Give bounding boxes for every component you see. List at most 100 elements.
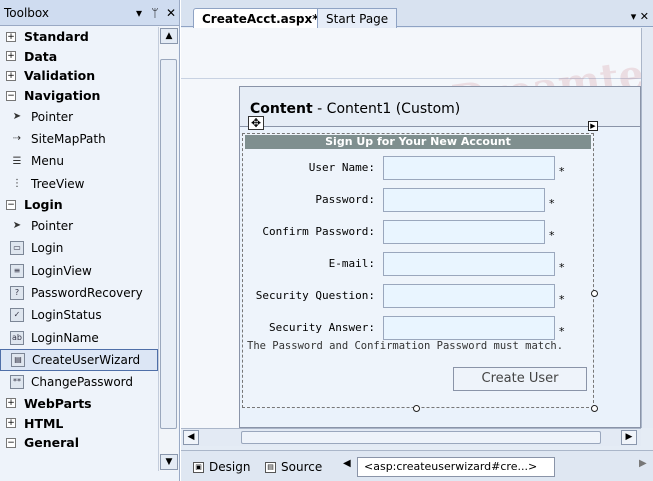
password-mismatch-message: The Password and Confirmation Password m… <box>247 340 564 352</box>
design-view-button[interactable]: ▣ Design <box>193 458 250 476</box>
toolbox-item-loginname[interactable]: ab LoginName <box>0 326 158 348</box>
expand-icon: + <box>6 398 16 409</box>
form-row-password: Password: * <box>243 188 593 212</box>
treeview-icon: ⋮ <box>12 178 22 190</box>
toolbox-item-login[interactable]: ▭ Login <box>0 237 158 259</box>
content-title: Content - Content1 (Custom) <box>250 101 461 117</box>
source-icon: ▤ <box>265 461 276 473</box>
tag-nav-prev-icon[interactable]: ◀ <box>343 458 351 469</box>
security-answer-field[interactable] <box>383 316 555 340</box>
toolbox-item-pointer[interactable]: ➤ Pointer <box>0 105 158 127</box>
expand-icon: + <box>6 31 16 42</box>
loginview-icon: ≡ <box>9 263 25 279</box>
required-marker: * <box>559 165 565 178</box>
field-label: User Name: <box>308 161 375 174</box>
toolbox-item-treeview[interactable]: ⋮ TreeView <box>0 173 158 195</box>
smart-tag-icon[interactable]: ▶ <box>588 121 598 131</box>
tab-controls: ▾ ✕ <box>631 10 649 23</box>
close-icon[interactable]: ✕ <box>163 6 179 20</box>
toolbox-item-loginstatus[interactable]: ✓ LoginStatus <box>0 304 158 326</box>
changepassword-icon: ** <box>9 374 25 390</box>
form-row-security-answer: Security Answer: * <box>243 316 593 340</box>
design-icon: ▣ <box>193 461 204 473</box>
toolbox-item-sitemappath[interactable]: ⇢ SiteMapPath <box>0 128 158 150</box>
required-marker: * <box>559 261 565 274</box>
horizontal-scrollbar[interactable]: ◀ ▶ <box>181 428 641 446</box>
wizard-header: Sign Up for Your New Account <box>245 135 591 149</box>
chevron-down-icon[interactable]: ▾ <box>131 6 147 20</box>
move-handle-icon[interactable]: ✥ <box>248 116 264 130</box>
toolbox-title-bar: Toolbox ▾ ᛘ ✕ <box>0 0 179 26</box>
pin-icon[interactable]: ᛘ <box>147 6 163 20</box>
toolbox-item-createuserwizard[interactable]: ▤ CreateUserWizard <box>0 348 158 372</box>
resize-handle[interactable] <box>591 405 598 412</box>
required-marker: * <box>559 325 565 338</box>
required-marker: * <box>549 197 555 210</box>
login-icon: ▭ <box>9 240 25 256</box>
scroll-left-icon[interactable]: ◀ <box>183 430 199 445</box>
create-user-button[interactable]: Create User <box>453 367 587 391</box>
security-question-field[interactable] <box>383 284 555 308</box>
form-row-confirm-password: Confirm Password: * <box>243 220 593 244</box>
category-data[interactable]: + Data <box>0 47 158 67</box>
content-header: Content - Content1 (Custom) <box>240 87 640 127</box>
toolbox-item-changepassword[interactable]: ** ChangePassword <box>0 371 158 393</box>
toolbox-panel: Toolbox ▾ ᛘ ✕ + Standard + Data + Validatio… <box>0 0 180 481</box>
field-label: Security Question: <box>255 289 375 302</box>
source-view-button[interactable]: ▤ Source <box>265 458 322 476</box>
chevron-down-icon[interactable]: ▾ <box>631 10 637 23</box>
close-icon[interactable]: ✕ <box>640 10 649 23</box>
pointer-icon: ➤ <box>12 111 22 123</box>
confirm-password-field[interactable] <box>383 220 545 244</box>
tag-navigator[interactable]: <asp:createuserwizard#cre...> <box>357 457 555 477</box>
required-marker: * <box>549 229 555 242</box>
toolbox-title: Toolbox <box>4 5 49 20</box>
toolbox-scrollbar[interactable]: ▲ ▼ <box>158 27 178 471</box>
collapse-icon: − <box>6 90 16 101</box>
tag-nav-next-icon[interactable]: ▶ <box>639 458 647 469</box>
vertical-scrollbar[interactable] <box>641 28 653 428</box>
resize-handle[interactable] <box>591 290 598 297</box>
category-navigation[interactable]: − Navigation <box>0 86 158 106</box>
category-validation[interactable]: + Validation <box>0 66 158 86</box>
category-general[interactable]: − General <box>0 433 158 453</box>
required-marker: * <box>559 293 565 306</box>
scroll-up-icon[interactable]: ▲ <box>160 28 178 44</box>
toolbox-list: + Standard + Data + Validation − Navigation … <box>0 27 158 471</box>
sitemappath-icon: ⇢ <box>12 133 22 145</box>
email-field[interactable] <box>383 252 555 276</box>
toolbox-item-passwordrecovery[interactable]: ? PasswordRecovery <box>0 282 158 304</box>
tab-start-page[interactable]: Start Page <box>317 8 398 28</box>
form-row-username: User Name: * <box>243 156 593 180</box>
category-standard[interactable]: + Standard <box>0 27 158 47</box>
category-html[interactable]: + HTML <box>0 413 158 433</box>
content-placeholder[interactable]: Content - Content1 (Custom) ✥ ▶ Sign Up … <box>239 86 641 428</box>
menu-icon: ☰ <box>12 155 22 167</box>
loginname-icon: ab <box>9 330 25 346</box>
design-surface[interactable]: Dreamtech Content - Content1 (Custom) ✥ … <box>181 28 641 428</box>
pointer-icon: ➤ <box>12 220 22 232</box>
createuserwizard-control[interactable]: Sign Up for Your New Account User Name: … <box>242 133 594 408</box>
password-field[interactable] <box>383 188 545 212</box>
form-row-security-question: Security Question: * <box>243 284 593 308</box>
collapse-icon: − <box>6 437 16 448</box>
scroll-down-icon[interactable]: ▼ <box>160 454 178 470</box>
resize-handle[interactable] <box>413 405 420 412</box>
collapse-icon: − <box>6 199 16 210</box>
scroll-right-icon[interactable]: ▶ <box>621 430 637 445</box>
category-webparts[interactable]: + WebParts <box>0 394 158 414</box>
scrollbar-thumb[interactable] <box>160 59 177 429</box>
scrollbar-thumb[interactable] <box>241 431 601 444</box>
expand-icon: + <box>6 418 16 429</box>
toolbox-item-menu[interactable]: ☰ Menu <box>0 150 158 172</box>
document-tab-bar: CreateAcct.aspx* Start Page ▾ ✕ <box>181 0 653 28</box>
field-label: E-mail: <box>328 257 375 270</box>
editor-panel: CreateAcct.aspx* Start Page ▾ ✕ Dreamtec… <box>181 0 653 481</box>
field-label: Confirm Password: <box>262 225 375 238</box>
toolbox-item-loginview[interactable]: ≡ LoginView <box>0 259 158 281</box>
category-login[interactable]: − Login <box>0 195 158 215</box>
username-field[interactable] <box>383 156 555 180</box>
tab-createacct[interactable]: CreateAcct.aspx* <box>193 8 328 28</box>
view-switcher-bar: ▣ Design ▤ Source ◀ <asp:createuserwizard#… <box>181 450 653 481</box>
toolbox-item-pointer[interactable]: ➤ Pointer <box>0 215 158 237</box>
